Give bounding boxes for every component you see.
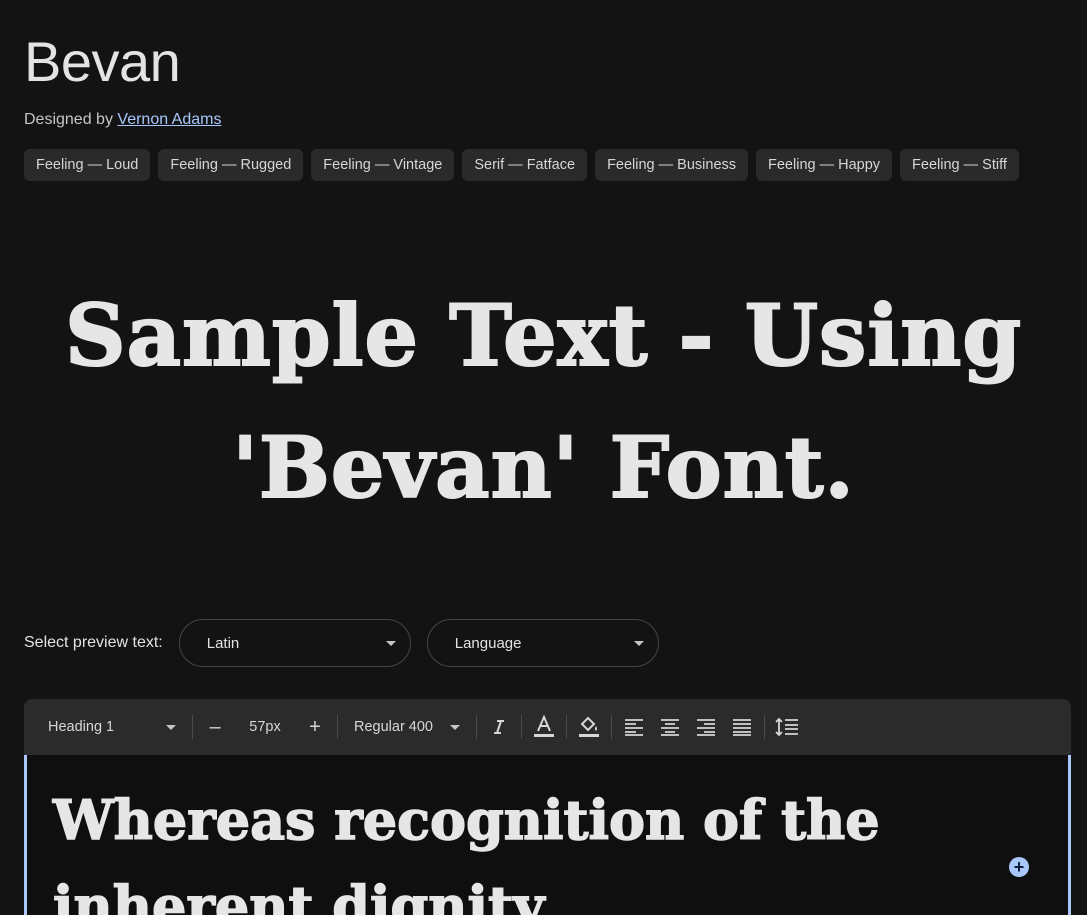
preview-editor[interactable]: Whereas recognition of the inherent dign… — [24, 755, 1071, 915]
align-justify-button[interactable] — [724, 707, 760, 747]
toolbar-divider — [337, 715, 338, 739]
add-icon[interactable]: + — [1009, 857, 1029, 877]
tag-chip[interactable]: Feeling — Loud — [24, 149, 151, 181]
preview-label: Select preview text: — [24, 634, 163, 651]
designed-by-label: Designed by — [24, 111, 113, 128]
font-weight-value: Regular 400 — [354, 719, 433, 735]
text-color-button[interactable] — [526, 707, 562, 747]
font-size-value[interactable]: 57px — [233, 719, 297, 735]
text-color-icon — [534, 715, 554, 737]
editor-line-1: Whereas recognition of the — [52, 787, 880, 853]
toolbar-divider — [764, 715, 765, 739]
highlight-color-button[interactable] — [571, 707, 607, 747]
designer-link[interactable]: Vernon Adams — [117, 111, 221, 128]
designer-line: Designed by Vernon Adams — [24, 110, 221, 130]
tag-chip[interactable]: Feeling — Stiff — [900, 149, 1019, 181]
editor-line-2: inherent dignity — [52, 873, 545, 915]
font-weight-dropdown[interactable]: Regular 400 — [342, 707, 472, 747]
preview-controls: Select preview text: Latin Language — [24, 619, 675, 667]
text-style-dropdown[interactable]: Heading 1 — [36, 707, 188, 747]
tag-list: Feeling — Loud Feeling — Rugged Feeling … — [24, 149, 1019, 181]
align-right-button[interactable] — [688, 707, 724, 747]
editor-toolbar: Heading 1 – 57px + Regular 400 — [24, 699, 1071, 755]
tag-chip[interactable]: Feeling — Happy — [756, 149, 893, 181]
toolbar-divider — [566, 715, 567, 739]
caret-down-icon — [450, 724, 460, 730]
tag-chip[interactable]: Serif — Fatface — [462, 149, 588, 181]
align-center-icon — [661, 719, 679, 736]
decrease-size-button[interactable]: – — [197, 707, 233, 747]
increase-size-button[interactable]: + — [297, 707, 333, 747]
text-style-value: Heading 1 — [48, 719, 115, 735]
hero-line-2: 'Bevan' Font. — [231, 417, 855, 518]
toolbar-divider — [611, 715, 612, 739]
tag-chip[interactable]: Feeling — Vintage — [311, 149, 455, 181]
line-height-icon — [775, 717, 798, 737]
line-height-button[interactable] — [769, 707, 805, 747]
caret-down-icon — [633, 640, 644, 646]
caret-down-icon — [166, 724, 176, 730]
hero-sample-text: Sample Text - Using 'Bevan' Font. — [0, 270, 1087, 534]
caret-down-icon — [385, 640, 396, 646]
font-title: Bevan — [24, 30, 181, 93]
editor-text[interactable]: Whereas recognition of the inherent dign… — [52, 777, 880, 915]
align-justify-icon — [733, 719, 751, 736]
toolbar-divider — [192, 715, 193, 739]
align-left-button[interactable] — [616, 707, 652, 747]
align-left-icon — [625, 719, 643, 736]
italic-icon — [494, 720, 504, 734]
tag-chip[interactable]: Feeling — Business — [595, 149, 749, 181]
hero-line-1: Sample Text - Using — [64, 285, 1023, 386]
align-center-button[interactable] — [652, 707, 688, 747]
align-right-icon — [697, 719, 715, 736]
script-select[interactable]: Latin — [178, 619, 411, 667]
paint-bucket-icon — [579, 716, 599, 737]
italic-button[interactable] — [481, 707, 517, 747]
tag-chip[interactable]: Feeling — Rugged — [158, 149, 304, 181]
language-select[interactable]: Language — [426, 619, 659, 667]
toolbar-divider — [521, 715, 522, 739]
toolbar-divider — [476, 715, 477, 739]
language-select-value: Language — [454, 634, 522, 652]
script-select-value: Latin — [206, 634, 240, 652]
